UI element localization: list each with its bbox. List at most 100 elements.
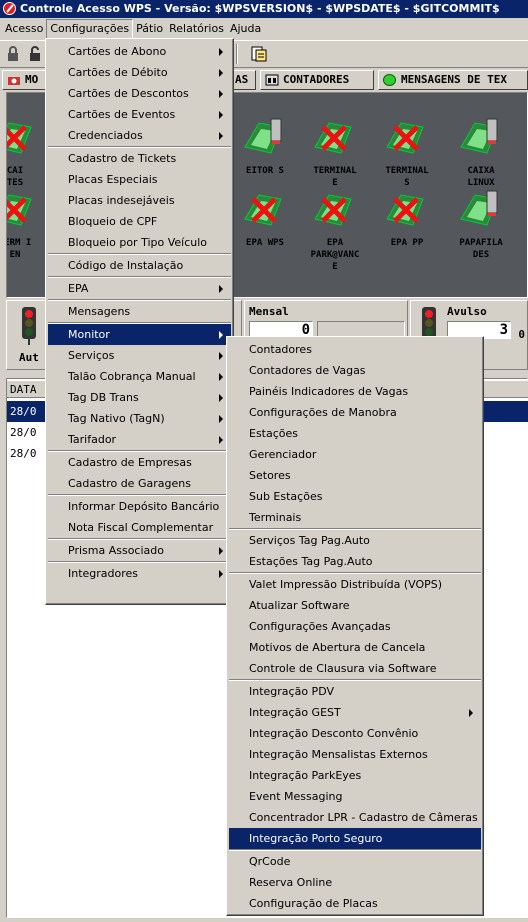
menu-item-label: Motivos de Abertura de Cancela bbox=[249, 641, 426, 654]
menu-item[interactable]: Contadores de Vagas bbox=[229, 360, 481, 381]
menu-item[interactable]: Terminais bbox=[229, 507, 481, 528]
menu-item[interactable]: Prisma Associado bbox=[48, 540, 231, 561]
menu-item[interactable]: Event Messaging bbox=[229, 786, 481, 807]
menu-item-label: Cartões de Eventos bbox=[68, 108, 176, 121]
tab-partial[interactable]: AS bbox=[232, 70, 256, 90]
submenu-arrow-icon bbox=[219, 111, 223, 119]
menu-item[interactable]: Concentrador LPR - Cadastro de Câmeras bbox=[229, 807, 481, 828]
lock-icon[interactable] bbox=[4, 45, 22, 63]
menu-item-label: Setores bbox=[249, 469, 291, 482]
menu-item[interactable]: Monitor bbox=[48, 324, 231, 345]
menu-ajuda[interactable]: Ajuda bbox=[227, 20, 264, 38]
terminal-9[interactable]: PAPAFILA DES bbox=[443, 185, 519, 275]
menu-item[interactable]: Sub Estações bbox=[229, 486, 481, 507]
title-bar: Controle Acesso WPS - Versão: $WPSVERSIO… bbox=[0, 0, 528, 18]
menu-item[interactable]: Integração PDV bbox=[229, 681, 481, 702]
report-icon[interactable] bbox=[250, 45, 268, 63]
menu-item[interactable]: Integração Mensalistas Externos bbox=[229, 744, 481, 765]
menu-bar: Acesso Configurações Pátio Relatórios Aj… bbox=[0, 18, 528, 40]
menu-item-label: Prisma Associado bbox=[68, 544, 164, 557]
menu-item[interactable]: Cartões de Eventos bbox=[48, 104, 231, 125]
menu-item-label: Sub Estações bbox=[249, 490, 323, 503]
menu-item[interactable]: Setores bbox=[229, 465, 481, 486]
menu-item[interactable]: Credenciados bbox=[48, 125, 231, 146]
menu-item[interactable]: Tag Nativo (TagN) bbox=[48, 408, 231, 429]
submenu-arrow-icon bbox=[219, 547, 223, 555]
menu-item[interactable]: Cadastro de Tickets bbox=[48, 148, 231, 169]
menu-item[interactable]: QrCode bbox=[229, 851, 481, 872]
menu-item[interactable]: Integradores bbox=[48, 563, 231, 584]
monitor-submenu: Contadores Contadores de Vagas Painéis Ind… bbox=[226, 336, 484, 916]
menu-item-label: Monitor bbox=[68, 328, 110, 341]
menu-item[interactable]: Cartões de Descontos bbox=[48, 83, 231, 104]
terminal-6[interactable]: EPA WPS bbox=[227, 185, 303, 275]
menu-item[interactable]: Configurações de Manobra bbox=[229, 402, 481, 423]
menu-item[interactable]: Mensagens bbox=[48, 301, 231, 322]
menu-item[interactable]: Integração GEST bbox=[229, 702, 481, 723]
terminal-ok-icon bbox=[460, 118, 498, 154]
menu-item-label: Configurações de Manobra bbox=[249, 406, 397, 419]
menu-item-label: Integradores bbox=[68, 567, 139, 580]
menu-item[interactable]: Código de Instalação bbox=[48, 255, 231, 276]
menu-item-label: Bloqueio por Tipo Veículo bbox=[68, 236, 208, 249]
menu-item[interactable]: Estações Tag Pag.Auto bbox=[229, 551, 481, 572]
menu-item-label: Configurações Avançadas bbox=[249, 620, 391, 633]
menu-item[interactable]: Tag DB Trans bbox=[48, 387, 231, 408]
menu-patio[interactable]: Pátio bbox=[133, 20, 166, 38]
tab-contadores[interactable]: CONTADORES bbox=[260, 70, 374, 90]
terminal-7[interactable]: EPA PARK@VANC E bbox=[297, 185, 373, 275]
menu-item-label: Cadastro de Tickets bbox=[68, 152, 177, 165]
menu-acesso[interactable]: Acesso bbox=[2, 20, 46, 38]
menu-item[interactable]: Controle de Clausura via Software bbox=[229, 658, 481, 679]
menu-item[interactable]: Valet Impressão Distribuída (VOPS) bbox=[229, 574, 481, 595]
menu-item[interactable]: Reserva Online bbox=[229, 872, 481, 893]
menu-item[interactable]: Integração Desconto Convênio bbox=[229, 723, 481, 744]
menu-item-label: Integração Mensalistas Externos bbox=[249, 748, 428, 761]
menu-item[interactable]: Serviços Tag Pag.Auto bbox=[229, 530, 481, 551]
menu-item[interactable]: Placas indesejáveis bbox=[48, 190, 231, 211]
menu-item-label: Mensagens bbox=[68, 305, 131, 318]
menu-configuracoes[interactable]: Configurações bbox=[46, 19, 134, 39]
menu-item[interactable]: Atualizar Software bbox=[229, 595, 481, 616]
tab-mensagens[interactable]: MENSAGENS DE TEX bbox=[378, 70, 528, 90]
menu-item[interactable]: Cadastro de Empresas bbox=[48, 452, 231, 473]
terminal-8[interactable]: EPA PP bbox=[369, 185, 445, 275]
menu-item[interactable]: Bloqueio de CPF bbox=[48, 211, 231, 232]
menu-item[interactable]: Gerenciador bbox=[229, 444, 481, 465]
submenu-arrow-icon bbox=[219, 436, 223, 444]
menu-item-label: Cartões de Descontos bbox=[68, 87, 189, 100]
menu-item[interactable]: Estações bbox=[229, 423, 481, 444]
menu-item[interactable]: Configuração de Placas bbox=[229, 893, 481, 914]
menu-item[interactable]: Cadastro de Garagens bbox=[48, 473, 231, 494]
menu-item[interactable]: Tarifador bbox=[48, 429, 231, 450]
menu-item[interactable]: Integração ParkEyes bbox=[229, 765, 481, 786]
menu-item[interactable]: Placas Especiais bbox=[48, 169, 231, 190]
menu-item[interactable]: Cartões de Débito bbox=[48, 62, 231, 83]
menu-item-label: Cartões de Débito bbox=[68, 66, 168, 79]
menu-item[interactable]: Talão Cobrança Manual bbox=[48, 366, 231, 387]
tab-monitor[interactable]: MO bbox=[2, 70, 48, 90]
lock-open-icon[interactable] bbox=[26, 45, 44, 63]
menu-item-label: Serviços bbox=[68, 349, 115, 362]
menu-item[interactable]: Cartões de Abono bbox=[48, 41, 231, 62]
menu-item[interactable]: Integração Porto Seguro bbox=[229, 828, 481, 849]
submenu-arrow-icon bbox=[219, 394, 223, 402]
menu-item-label: Tag DB Trans bbox=[68, 391, 139, 404]
menu-item[interactable]: EPA bbox=[48, 278, 231, 299]
menu-item-label: Cadastro de Empresas bbox=[68, 456, 192, 469]
menu-item[interactable]: Painéis Indicadores de Vagas bbox=[229, 381, 481, 402]
menu-item[interactable]: Bloqueio por Tipo Veículo bbox=[48, 232, 231, 253]
menu-item[interactable]: Nota Fiscal Complementar bbox=[48, 517, 231, 538]
menu-item[interactable]: Configurações Avançadas bbox=[229, 616, 481, 637]
terminal-error-icon bbox=[7, 194, 32, 226]
terminal-label: EPA PP bbox=[390, 238, 424, 248]
menu-item-label: Credenciados bbox=[68, 129, 143, 142]
menu-item[interactable]: Contadores bbox=[229, 339, 481, 360]
menu-relatorios[interactable]: Relatórios bbox=[166, 20, 227, 38]
menu-item[interactable]: Serviços bbox=[48, 345, 231, 366]
menu-item-label: Integração Porto Seguro bbox=[249, 832, 383, 845]
avulso-title: Avulso bbox=[447, 305, 487, 318]
menu-item[interactable]: Informar Depósito Bancário bbox=[48, 496, 231, 517]
toolbar-separator bbox=[236, 44, 238, 64]
menu-item[interactable]: Motivos de Abertura de Cancela bbox=[229, 637, 481, 658]
